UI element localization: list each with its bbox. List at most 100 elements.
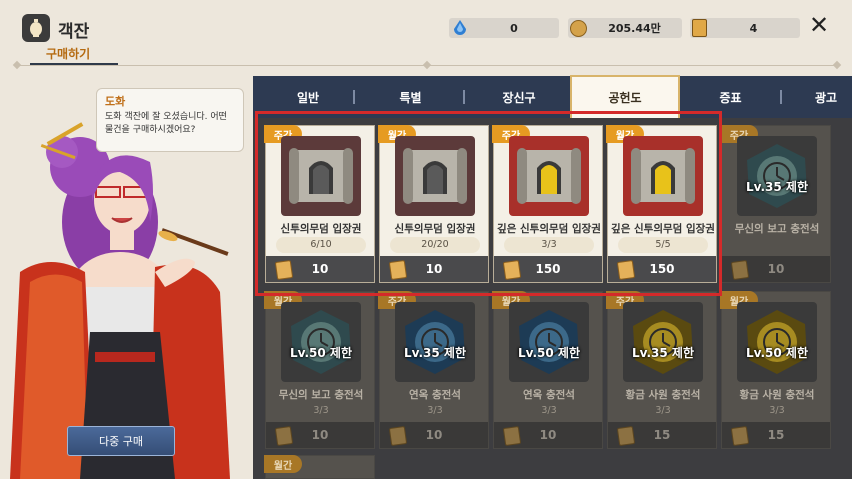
tab-separator — [353, 90, 355, 104]
category-tabs: 일반 특별 장신구 공헌도 증표 광고 — [253, 75, 852, 118]
item-price: 15 — [767, 428, 785, 442]
tab-token[interactable]: 증표 — [683, 76, 778, 118]
item-stock: 3/3 — [655, 405, 671, 416]
resource-gem: 0 — [449, 18, 559, 38]
npc-greeting: 도화 객잔에 잘 오셨습니다. 어떤 물건을 구매하시겠어요? — [105, 112, 227, 135]
item-name: 연옥 충전석 — [409, 389, 461, 401]
ticket-icon — [274, 425, 294, 447]
tab-general[interactable]: 일반 — [263, 76, 353, 118]
item-stock: 3/3 — [427, 405, 443, 416]
page-title: 객잔 — [58, 22, 90, 42]
level-limit-label: Lv.50 제한 — [289, 346, 352, 360]
item-stock: 3/3 — [313, 405, 329, 416]
item-price: 10 — [539, 428, 557, 442]
level-limit-label: Lv.50 제한 — [745, 346, 808, 360]
item-stock — [732, 237, 822, 253]
ticket-icon — [616, 425, 636, 447]
item-stock: 3/3 — [769, 405, 785, 416]
tab-purchase[interactable]: 구매하기 — [46, 45, 90, 62]
divider-ornament — [832, 60, 842, 70]
gem-count: 0 — [510, 21, 518, 35]
gold-coin-icon — [570, 19, 587, 37]
multi-buy-button[interactable]: 다중 구매 — [67, 426, 175, 456]
ticket-icon — [502, 425, 522, 447]
price-bar[interactable]: 10 — [266, 422, 374, 448]
item-name: 깊은 신투의무덤 입장권 — [611, 223, 715, 235]
item-icon: Lv.50 제한 — [509, 302, 589, 382]
item-icon: Lv.35 제한 — [395, 302, 475, 382]
ticket-icon — [388, 259, 408, 281]
item-stock: 5/5 — [618, 237, 708, 253]
item-icon: Lv.35 제한 — [737, 136, 817, 216]
shop-item-card[interactable]: 월간 — [264, 455, 375, 479]
level-limit-label: Lv.35 제한 — [403, 346, 466, 360]
resource-gold: 205.44만 — [568, 18, 682, 38]
price-bar[interactable]: 10 — [722, 256, 830, 282]
tab-separator — [463, 90, 465, 104]
tab-contribution[interactable]: 공헌도 — [570, 75, 680, 118]
npc-name: 도화 — [105, 95, 126, 108]
close-icon[interactable]: ✕ — [808, 13, 830, 37]
shop-item-card[interactable]: 월간 Lv.50 제한연옥 충전석3/310 — [492, 291, 603, 449]
resource-ticket: 4 — [690, 18, 800, 38]
shop-item-card[interactable]: 월간 Lv.50 제한황금 사원 충전석3/315 — [720, 291, 831, 449]
ticket-icon — [616, 259, 636, 281]
item-price: 10 — [767, 262, 785, 276]
shop-item-card[interactable]: 월간 신투의무덤 입장권20/2010 — [378, 125, 489, 283]
shop-item-card[interactable]: 월간 깊은 신투의무덤 입장권5/5150 — [606, 125, 717, 283]
item-stock: 3/3 — [504, 237, 594, 253]
price-bar[interactable]: 10 — [494, 422, 602, 448]
item-stock: 6/10 — [276, 237, 366, 253]
price-bar[interactable]: 15 — [722, 422, 830, 448]
ticket-icon — [502, 259, 522, 281]
shop-item-card[interactable]: 주간 Lv.35 제한연옥 충전석3/310 — [378, 291, 489, 449]
tab-separator — [780, 90, 782, 104]
item-name: 황금 사원 충전석 — [739, 389, 815, 401]
price-bar[interactable]: 15 — [608, 422, 716, 448]
shop-item-card[interactable]: 주간 신투의무덤 입장권6/1010 — [264, 125, 375, 283]
item-icon — [281, 136, 361, 216]
item-icon — [623, 136, 703, 216]
price-bar[interactable]: 10 — [380, 256, 488, 282]
ticket-icon — [730, 259, 750, 281]
npc-speech-bubble: 도화 도화 객잔에 잘 오셨습니다. 어떤 물건을 구매하시겠어요? — [96, 88, 244, 152]
ticket-icon — [730, 425, 750, 447]
item-icon: Lv.50 제한 — [737, 302, 817, 382]
item-price: 10 — [425, 262, 443, 276]
ticket-icon — [274, 259, 294, 281]
item-price: 150 — [649, 262, 675, 276]
price-bar[interactable]: 10 — [380, 422, 488, 448]
item-name: 깊은 신투의무덤 입장권 — [497, 223, 601, 235]
shop-item-card[interactable]: 주간 Lv.35 제한황금 사원 충전석3/315 — [606, 291, 717, 449]
ticket-count: 4 — [749, 21, 758, 35]
item-name: 황금 사원 충전석 — [625, 389, 701, 401]
level-limit-label: Lv.50 제한 — [517, 346, 580, 360]
tab-accessory[interactable]: 장신구 — [473, 76, 565, 118]
divider-ornament — [12, 60, 22, 70]
shop-item-card[interactable]: 주간 Lv.35 제한무신의 보고 충전석10 — [720, 125, 831, 283]
item-name: 연옥 충전석 — [523, 389, 575, 401]
divider-ornament — [422, 60, 432, 70]
price-bar[interactable]: 10 — [266, 256, 374, 282]
level-limit-label: Lv.35 제한 — [631, 346, 694, 360]
item-price: 15 — [653, 428, 671, 442]
inn-lantern-icon — [22, 14, 50, 42]
item-price: 150 — [535, 262, 561, 276]
item-price: 10 — [311, 262, 329, 276]
shop-item-card[interactable]: 주간 깊은 신투의무덤 입장권3/3150 — [492, 125, 603, 283]
item-name: 신투의무덤 입장권 — [394, 223, 476, 235]
item-price: 10 — [425, 428, 443, 442]
tab-ads[interactable]: 광고 — [793, 76, 852, 118]
item-icon — [395, 136, 475, 216]
item-stock: 20/20 — [390, 237, 480, 253]
item-name: 무신의 보고 충전석 — [734, 223, 820, 235]
price-bar[interactable]: 150 — [494, 256, 602, 282]
tab-special[interactable]: 특별 — [363, 76, 458, 118]
item-icon: Lv.35 제한 — [623, 302, 703, 382]
item-price: 10 — [311, 428, 329, 442]
shop-item-card[interactable]: 월간 Lv.50 제한무신의 보고 충전석3/310 — [264, 291, 375, 449]
ticket-icon — [692, 19, 707, 37]
gold-count: 205.44만 — [608, 22, 661, 35]
price-bar[interactable]: 150 — [608, 256, 716, 282]
item-name: 무신의 보고 충전석 — [278, 389, 364, 401]
